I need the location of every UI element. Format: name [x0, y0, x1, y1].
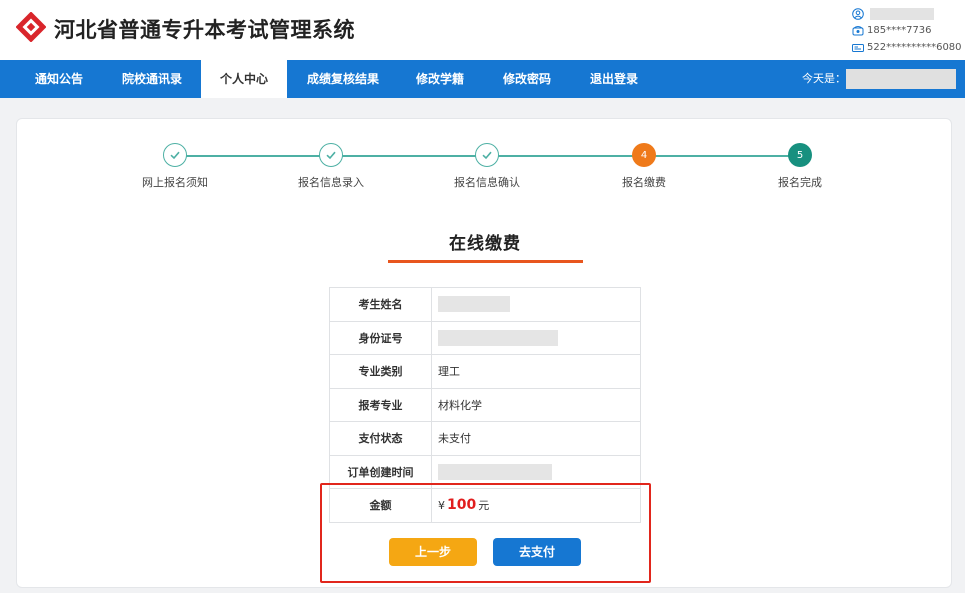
row-value: 理工: [431, 354, 641, 389]
check-icon: [482, 151, 492, 160]
table-row: 专业类别 理工: [329, 354, 641, 389]
table-row: 支付状态 未支付: [329, 421, 641, 456]
nav-item-edit-enrollment[interactable]: 修改学籍: [400, 60, 480, 98]
row-label: 支付状态: [329, 421, 432, 456]
nav-item-logout[interactable]: 退出登录: [574, 60, 654, 98]
phone-number: 185****7736: [867, 25, 932, 36]
step-4-number: 4: [632, 143, 656, 167]
user-icon: [852, 7, 864, 20]
row-value: 未支付: [431, 421, 641, 456]
row-value: 材料化学: [431, 387, 641, 422]
main-nav: 通知公告 院校通讯录 个人中心 成绩复核结果 修改学籍 修改密码 退出登录 今天…: [0, 60, 965, 98]
user-info: 185****7736 522**********6080: [852, 5, 962, 56]
nav-item-change-password[interactable]: 修改密码: [487, 60, 567, 98]
table-row: 身份证号: [329, 320, 641, 355]
step-5-number: 5: [788, 143, 812, 167]
step-info-confirm: 报名信息确认: [427, 143, 547, 190]
id-row: 522**********6080: [852, 39, 962, 56]
step-1-check: [163, 143, 187, 167]
header: 河北省普通专升本考试管理系统 185****7736 522**********…: [0, 0, 965, 60]
prev-step-button[interactable]: 上一步: [389, 538, 477, 566]
name-redacted: [438, 296, 510, 313]
step-label: 报名缴费: [622, 176, 666, 189]
pay-button[interactable]: 去支付: [493, 538, 581, 566]
row-label: 报考专业: [329, 387, 432, 422]
id-redacted: [438, 329, 558, 346]
section-title: 在线缴费: [449, 234, 521, 254]
nav-item-directory[interactable]: 院校通讯录: [110, 60, 194, 98]
step-payment: 4 报名缴费: [584, 143, 704, 190]
step-complete: 5 报名完成: [740, 143, 860, 190]
step-label: 网上报名须知: [142, 176, 208, 189]
nav-item-personal-center[interactable]: 个人中心: [201, 60, 287, 98]
check-icon: [326, 151, 336, 160]
phone-row: 185****7736: [852, 22, 962, 39]
nav-item-notices[interactable]: 通知公告: [18, 60, 100, 98]
site-title: 河北省普通专升本考试管理系统: [54, 18, 355, 42]
step-notice: 网上报名须知: [115, 143, 235, 190]
payment-card: 网上报名须知 报名信息录入 报名信息确认 4 报名缴费 5 报名完成 在线缴费 …: [16, 118, 952, 588]
check-icon: [170, 151, 180, 160]
title-underline: [388, 260, 583, 263]
highlight-box: [320, 483, 651, 583]
today-label: 今天是：: [802, 72, 846, 85]
step-label: 报名信息录入: [298, 176, 364, 189]
phone-icon: [852, 25, 864, 35]
table-row: 考生姓名: [329, 287, 641, 322]
user-name-redacted: [870, 7, 934, 20]
id-number: 522**********6080: [867, 42, 962, 53]
step-info-entry: 报名信息录入: [271, 143, 391, 190]
logo-icon: [16, 12, 46, 42]
table-row: 报考专业 材料化学: [329, 387, 641, 422]
step-2-check: [319, 143, 343, 167]
nav-item-score-review[interactable]: 成绩复核结果: [298, 60, 388, 98]
row-label: 专业类别: [329, 354, 432, 389]
step-label: 报名完成: [778, 176, 822, 189]
step-3-check: [475, 143, 499, 167]
row-value: [431, 320, 641, 355]
step-label: 报名信息确认: [454, 176, 520, 189]
today-date-redacted: [846, 69, 956, 89]
row-value: [431, 287, 641, 322]
id-card-icon: [852, 43, 864, 52]
order-time-redacted: [438, 463, 552, 480]
row-label: 考生姓名: [329, 287, 432, 322]
row-label: 身份证号: [329, 320, 432, 355]
user-name-row: [852, 5, 962, 22]
